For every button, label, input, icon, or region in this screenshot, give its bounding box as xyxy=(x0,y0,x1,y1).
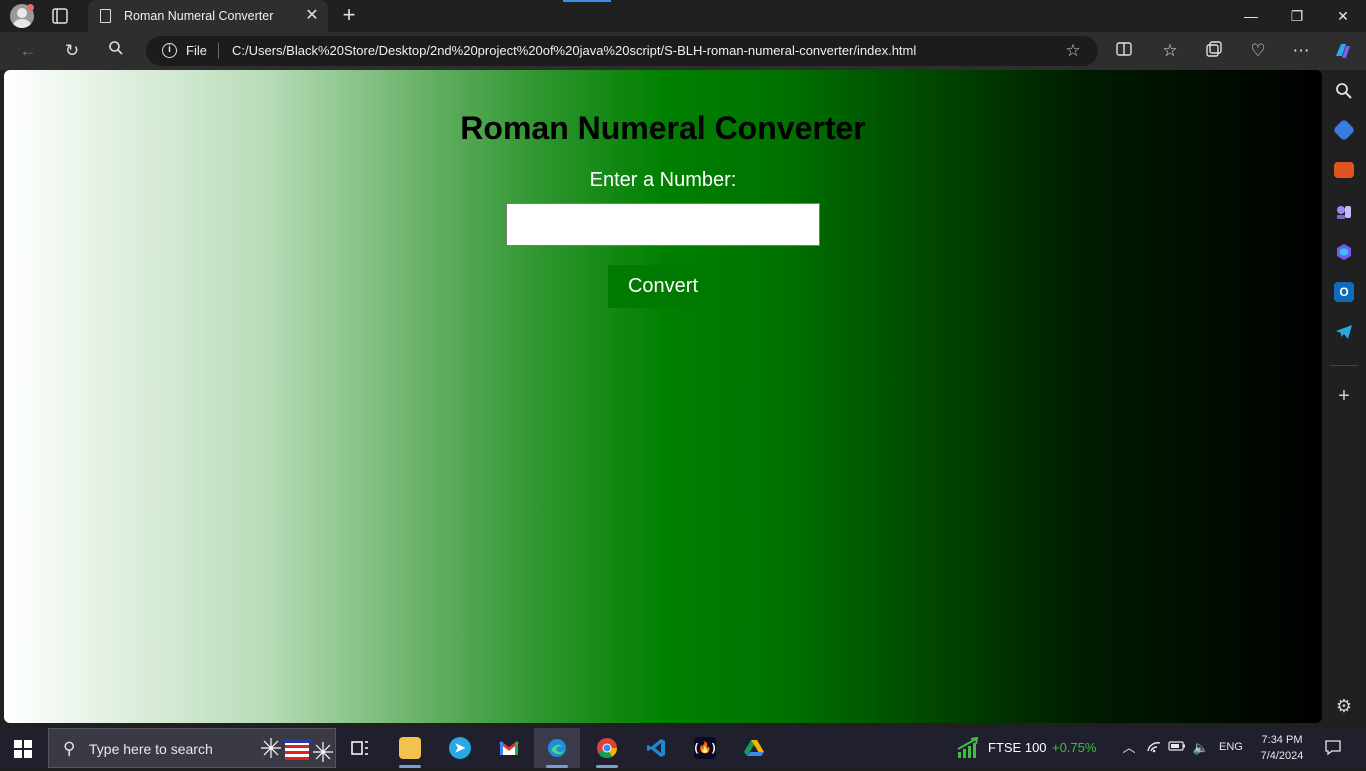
address-bar[interactable]: i File C:/Users/Black%20Store/Desktop/2n… xyxy=(146,36,1098,66)
chevron-up-icon[interactable]: ︿ xyxy=(1120,739,1138,757)
edge-sidebar: O + ⚙ xyxy=(1322,70,1366,723)
vscode-button[interactable] xyxy=(633,728,679,768)
page-viewport: Roman Numeral Converter Enter a Number: … xyxy=(4,70,1322,723)
copilot-icon[interactable] xyxy=(1332,40,1354,62)
freecodecamp-button[interactable]: (🔥) xyxy=(682,728,728,768)
titlebar-accent xyxy=(563,0,611,2)
taskbar: ⚲ Type here to search ➤ (🔥) FTSE 100 +0.… xyxy=(0,728,1366,768)
page-icon xyxy=(100,9,111,23)
title-bar: Roman Numeral Converter ✕ + — ❐ ✕ xyxy=(0,0,1366,32)
telegram-icon[interactable] xyxy=(1334,322,1354,342)
shopping-icon[interactable] xyxy=(1332,118,1356,142)
search-icon[interactable] xyxy=(105,40,127,62)
collections-icon[interactable] xyxy=(1203,40,1225,62)
ticker-change[interactable]: +0.75% xyxy=(1052,740,1096,755)
freecodecamp-icon: (🔥) xyxy=(694,737,716,759)
wifi-icon[interactable] xyxy=(1145,739,1163,757)
performance-icon[interactable]: ♡ xyxy=(1247,40,1269,62)
file-explorer-icon xyxy=(399,737,421,759)
clock-time: 7:34 PM xyxy=(1261,734,1303,746)
restore-button[interactable]: ❐ xyxy=(1274,0,1320,32)
edge-icon xyxy=(546,737,568,759)
gmail-button[interactable] xyxy=(486,728,532,768)
edge-button[interactable] xyxy=(534,728,580,768)
gmail-icon xyxy=(498,737,520,759)
search-icon[interactable] xyxy=(1334,82,1354,102)
url-text[interactable]: C:/Users/Black%20Store/Desktop/2nd%20pro… xyxy=(232,43,916,58)
telegram-button[interactable]: ➤ xyxy=(437,728,483,768)
site-info-icon[interactable]: i xyxy=(162,43,177,58)
address-divider xyxy=(218,43,219,59)
profile-notification-dot xyxy=(27,4,34,11)
search-highlight-icon xyxy=(259,732,335,766)
vscode-icon xyxy=(645,737,667,759)
refresh-icon[interactable]: ↻ xyxy=(61,40,83,62)
search-icon: ⚲ xyxy=(63,739,76,758)
scheme-label[interactable]: File xyxy=(186,43,207,58)
page-title: Roman Numeral Converter xyxy=(460,110,866,146)
language-indicator[interactable]: ENG xyxy=(1219,741,1243,753)
microsoft-365-icon[interactable] xyxy=(1334,242,1354,262)
settings-icon[interactable]: ⚙ xyxy=(1334,696,1354,716)
notifications-icon[interactable] xyxy=(1323,738,1343,758)
tab-close-button[interactable]: ✕ xyxy=(302,6,322,26)
number-input[interactable] xyxy=(506,203,820,246)
stock-chart-icon[interactable] xyxy=(956,736,980,759)
windows-start-icon[interactable] xyxy=(14,740,32,758)
convert-button[interactable]: Convert xyxy=(608,265,718,308)
new-tab-button[interactable]: + xyxy=(338,4,360,26)
split-screen-icon[interactable] xyxy=(1113,40,1135,62)
tab-actions-icon[interactable] xyxy=(50,6,70,26)
task-view-button[interactable] xyxy=(337,728,383,768)
volume-icon[interactable]: 🔈 xyxy=(1192,739,1210,757)
file-explorer-button[interactable] xyxy=(387,728,433,768)
chrome-icon xyxy=(596,737,618,759)
tools-icon[interactable] xyxy=(1334,162,1354,178)
sidebar-divider xyxy=(1330,365,1358,366)
telegram-icon: ➤ xyxy=(449,737,471,759)
more-icon[interactable]: ⋯ xyxy=(1290,40,1312,62)
favorites-icon[interactable]: ☆ xyxy=(1159,40,1181,62)
navigation-bar: ← ↻ i File C:/Users/Black%20Store/Deskto… xyxy=(0,32,1366,70)
ticker-name[interactable]: FTSE 100 xyxy=(988,740,1047,755)
clock[interactable]: 7:34 PM 7/4/2024 xyxy=(1252,732,1312,764)
chrome-button[interactable] xyxy=(584,728,630,768)
search-placeholder: Type here to search xyxy=(89,741,213,757)
tab-title: Roman Numeral Converter xyxy=(124,9,274,23)
close-window-button[interactable]: ✕ xyxy=(1320,0,1366,32)
back-icon[interactable]: ← xyxy=(17,40,39,62)
google-drive-button[interactable] xyxy=(731,728,777,768)
battery-icon[interactable] xyxy=(1168,739,1186,757)
minimize-button[interactable]: — xyxy=(1228,0,1274,32)
games-icon[interactable] xyxy=(1334,202,1354,222)
outlook-icon[interactable]: O xyxy=(1334,282,1354,302)
taskbar-search[interactable]: ⚲ Type here to search xyxy=(48,728,336,768)
task-view-icon xyxy=(349,737,371,759)
add-icon[interactable]: + xyxy=(1334,386,1354,406)
google-drive-icon xyxy=(743,737,765,759)
number-label: Enter a Number: xyxy=(589,169,737,191)
clock-date: 7/4/2024 xyxy=(1260,750,1304,762)
favorite-star-icon[interactable]: ☆ xyxy=(1062,40,1084,62)
tab-active[interactable]: Roman Numeral Converter ✕ xyxy=(88,0,328,32)
